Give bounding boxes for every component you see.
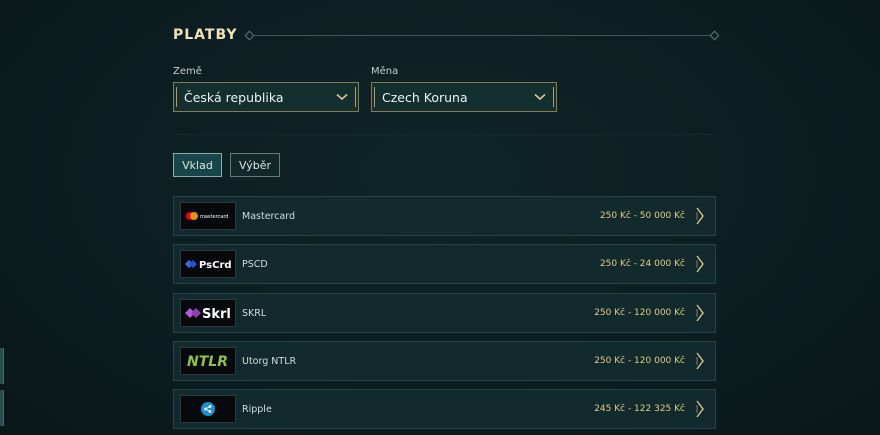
payment-method-name: SKRL <box>242 307 267 319</box>
payment-method-name: Ripple <box>242 403 272 415</box>
chevron-right-icon <box>696 352 704 370</box>
neteller-logo-icon: NTLR <box>180 347 236 375</box>
skrill-logo-icon: Skrl <box>180 299 236 327</box>
payment-method-limits: 250 Kč - 120 000 Kč <box>594 308 685 318</box>
country-label: Země <box>173 66 202 77</box>
tab-deposit[interactable]: Vklad <box>173 153 222 177</box>
country-select-value: Česká republika <box>184 89 284 105</box>
header-ornament-line <box>247 34 716 36</box>
section-header: PLATBY <box>173 26 716 44</box>
currency-select[interactable]: Czech Koruna <box>371 82 557 112</box>
chevron-down-icon <box>336 93 348 101</box>
payment-method-name: Mastercard <box>242 210 296 222</box>
payment-method-limits: 250 Kč - 120 000 Kč <box>594 356 685 366</box>
payment-method-row[interactable]: mastercard Mastercard 250 Kč - 50 000 Kč <box>173 196 716 236</box>
tab-withdrawal-label: Výběr <box>238 158 271 172</box>
currency-select-value: Czech Koruna <box>382 89 468 105</box>
ripple-logo-icon <box>180 395 236 423</box>
payment-method-row[interactable]: PsCrd PSCD 250 Kč - 24 000 Kč <box>173 244 716 284</box>
mastercard-logo-icon: mastercard <box>180 202 236 230</box>
payment-method-name: Utorg NTLR <box>242 355 297 367</box>
currency-label: Měna <box>371 66 399 77</box>
payment-method-row[interactable]: Skrl SKRL 250 Kč - 120 000 Kč <box>173 293 716 333</box>
neteller-logo-text: NTLR <box>187 354 228 370</box>
payment-method-limits: 250 Kč - 24 000 Kč <box>599 259 685 269</box>
chevron-right-icon <box>696 304 704 322</box>
country-select[interactable]: Česká republika <box>173 82 359 112</box>
mastercard-logo-text: mastercard <box>200 214 228 220</box>
payment-method-limits: 250 Kč - 50 000 Kč <box>599 211 685 221</box>
side-widget-tab[interactable] <box>0 348 4 384</box>
section-title: PLATBY <box>173 27 238 43</box>
tab-deposit-label: Vklad <box>182 158 213 172</box>
side-widget-tab[interactable] <box>0 390 4 426</box>
payment-method-name: PSCD <box>242 258 268 270</box>
chevron-right-icon <box>696 400 704 418</box>
chevron-right-icon <box>696 207 704 225</box>
chevron-down-icon <box>534 93 546 101</box>
section-divider <box>173 134 716 135</box>
skrill-logo-text: Skrl <box>202 307 231 322</box>
payment-method-limits: 245 Kč - 122 325 Kč <box>594 404 685 414</box>
tab-withdrawal[interactable]: Výběr <box>230 153 280 177</box>
payment-method-row[interactable]: NTLR Utorg NTLR 250 Kč - 120 000 Kč <box>173 341 716 381</box>
paysafecard-logo-icon: PsCrd <box>180 250 236 278</box>
paysafecard-logo-text: PsCrd <box>199 260 232 271</box>
chevron-right-icon <box>696 255 704 273</box>
payment-method-row[interactable]: Ripple 245 Kč - 122 325 Kč <box>173 389 716 429</box>
